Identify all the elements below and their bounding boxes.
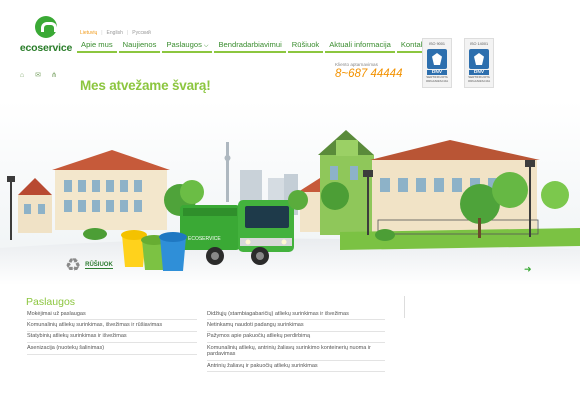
dnv-logo-icon <box>469 49 489 69</box>
iso-9001-badge: ISO 9001 DNV SERTIFIKUOTA ORGANIZACIJA <box>422 38 452 88</box>
service-link[interactable]: Mokėjimai už paslaugas <box>27 309 197 321</box>
page-tagline: Mes atvežame švarą! <box>80 78 211 93</box>
chevron-down-icon: ⌵ <box>203 43 209 49</box>
nav-label: Paslaugos <box>166 40 202 49</box>
logo-mark <box>35 16 57 38</box>
nav-paslaugos[interactable]: Paslaugos ⌵ <box>162 39 213 53</box>
badge-sub-line: ORGANIZACIJA <box>425 78 449 83</box>
nav-label: Aktuali informacija <box>329 40 391 49</box>
home-icon[interactable]: ⌂ <box>18 72 26 80</box>
sitemap-icon[interactable]: ⋔ <box>50 72 58 80</box>
nav-aktuali-informacija[interactable]: Aktuali informacija <box>325 39 395 53</box>
service-link[interactable]: Komunalinių atliekų, antrinių žaliavų su… <box>207 343 385 362</box>
nav-label: Apie mus <box>81 40 113 49</box>
service-link[interactable]: Antrinių žaliavų ir pakuočių atliekų sur… <box>207 361 385 373</box>
badge-sub: SERTIFIKUOTA ORGANIZACIJA <box>423 75 451 83</box>
badge-standard: ISO 14001 <box>469 42 489 46</box>
utility-icons: ⌂ ✉ ⋔ <box>18 72 58 80</box>
logo[interactable]: ecoservice <box>16 16 76 54</box>
main-nav: Apie mus Naujienos Paslaugos ⌵ Bendradarb… <box>77 39 439 53</box>
nav-bendradarbiavimui[interactable]: Bendradarbiavimui <box>214 39 286 53</box>
services-list-left: Mokėjimai už paslaugas Komunalinių atlie… <box>27 309 197 355</box>
nav-naujienos[interactable]: Naujienos <box>118 39 161 53</box>
badge-sub: SERTIFIKUOTA ORGANIZACIJA <box>465 75 493 83</box>
lang-ru[interactable]: Русский <box>132 30 151 36</box>
lang-lt[interactable]: Lietuvių <box>80 30 97 36</box>
recycle-icon: ♻ <box>65 255 82 275</box>
arrow-right-icon[interactable]: ➜ <box>524 264 532 275</box>
iso-badges: ISO 9001 DNV SERTIFIKUOTA ORGANIZACIJA IS… <box>422 38 494 88</box>
mail-icon[interactable]: ✉ <box>34 72 42 80</box>
service-link[interactable]: Netinkamų naudoti padangų surinkimas <box>207 320 385 332</box>
service-link[interactable]: Asenizacija (nuotekų šalinimas) <box>27 343 197 355</box>
contact-block: Kliento aptarnavimas 8~687 44444 <box>335 62 402 80</box>
dnv-logo-icon <box>427 49 447 69</box>
service-link[interactable]: Komunalinių atliekų surinkimas, išvežima… <box>27 320 197 332</box>
lang-separator: | <box>101 30 103 36</box>
truck-text: ECOSERVICE <box>188 236 221 242</box>
column-divider <box>404 296 405 318</box>
rusiuok-label: RŪŠIUOK <box>85 261 113 269</box>
phone-number[interactable]: 8~687 44444 <box>335 68 402 80</box>
nav-rusiuok[interactable]: Rūšiuok <box>287 39 324 53</box>
nav-label: Bendradarbiavimui <box>218 40 282 49</box>
lang-en[interactable]: English <box>107 30 123 36</box>
badge-sub-line: ORGANIZACIJA <box>467 78 491 83</box>
iso-14001-badge: ISO 14001 DNV SERTIFIKUOTA ORGANIZACIJA <box>464 38 494 88</box>
service-link[interactable]: Didžiųjų (stambiagabaričių) atliekų suri… <box>207 309 385 321</box>
service-link[interactable]: Pažymos apie pakuočių atliekų perdirbimą <box>207 332 385 344</box>
contact-label: Kliento aptarnavimas <box>335 62 378 67</box>
nav-label: Naujienos <box>122 40 157 49</box>
logo-text: ecoservice <box>19 42 73 54</box>
lang-separator: | <box>126 30 129 36</box>
badge-standard: ISO 9001 <box>428 42 446 46</box>
services-list-right: Didžiųjų (stambiagabaričių) atliekų suri… <box>207 309 385 373</box>
recycling-bins <box>121 230 187 271</box>
nav-label: Rūšiuok <box>291 40 320 49</box>
services-title: Paslaugos <box>26 296 76 308</box>
rusiuok-promo[interactable]: ♻ RŪŠIUOK <box>65 256 113 274</box>
service-link[interactable]: Statybinių atliekų surinkimas ir išvežim… <box>27 332 197 344</box>
language-switcher: Lietuvių | English | Русский <box>80 30 151 36</box>
nav-apie-mus[interactable]: Apie mus <box>77 39 117 53</box>
